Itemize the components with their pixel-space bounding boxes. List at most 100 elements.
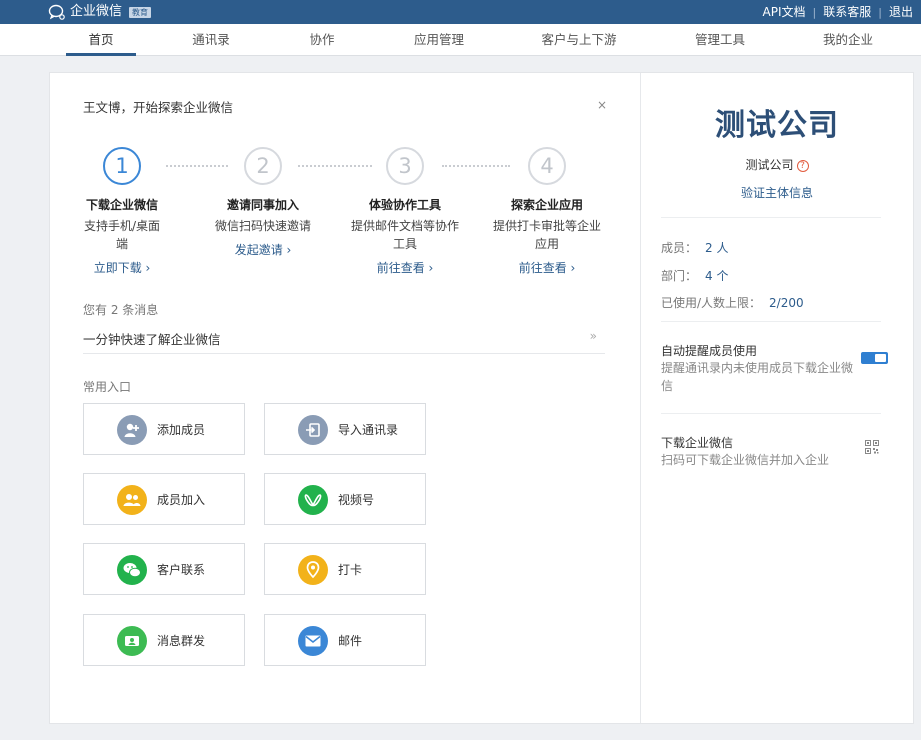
toggle-knob <box>875 354 886 362</box>
company-panel: 测试公司 测试公司? 验证主体信息 成员： 2 人 部门： 4 个 已使用/人数上限… <box>640 73 914 723</box>
step-2-desc-line: 微信扫码快速邀请 <box>214 219 311 233</box>
members-join-icon <box>117 485 147 515</box>
entry-label: 邮件 <box>338 634 363 648</box>
add-member-button[interactable]: 添加成员 <box>83 403 245 455</box>
active-tab-indicator <box>66 53 136 56</box>
import-contacts-icon <box>298 415 328 445</box>
stat-label: 部门： <box>661 269 698 283</box>
main-nav: 首页 通讯录 协作 应用管理 客户与上下游 管理工具 我的企业 <box>0 24 921 56</box>
download-now-link[interactable]: 立即下载 › <box>57 259 187 276</box>
step-3-title: 体验协作工具 <box>368 198 441 212</box>
members-join-button[interactable]: 成员加入 <box>83 473 245 525</box>
separator: | <box>812 5 817 19</box>
double-chevron-right-icon: » <box>589 329 597 343</box>
check-in-button[interactable]: 打卡 <box>264 543 426 595</box>
auto-remind-title: 自动提醒成员使用 <box>661 344 758 358</box>
divider <box>661 321 881 322</box>
wecom-logo-icon <box>48 4 65 20</box>
mail-button[interactable]: 邮件 <box>264 614 426 666</box>
auto-remind-desc: 提醒通讯录内未使用成员下载企业微信 <box>661 361 854 393</box>
contact-support-link[interactable]: 联系客服 <box>823 0 871 24</box>
greeting: 王文博，开始探索企业微信 <box>83 100 234 115</box>
close-icon[interactable]: × <box>597 98 607 112</box>
entry-label: 导入通讯录 <box>338 423 399 437</box>
view-enterprise-apps-link[interactable]: 前往查看 › <box>482 259 612 276</box>
broadcast-icon <box>117 626 147 656</box>
stat-label: 已使用/人数上限： <box>661 296 762 310</box>
top-bar: 企业微信 教育 API文档 | 联系客服 | 退出 <box>0 0 921 24</box>
step-4-title: 探索企业应用 <box>510 198 583 212</box>
channels-icon <box>298 485 328 515</box>
view-collab-tools-link[interactable]: 前往查看 › <box>340 259 470 276</box>
step-3-desc-line: 工具 <box>392 237 417 251</box>
entry-label: 消息群发 <box>157 634 206 648</box>
download-app-desc: 扫码可下载企业微信并加入企业 <box>661 453 830 467</box>
step-3-circle: 3 <box>386 147 424 185</box>
step-connector <box>442 165 510 167</box>
add-member-icon <box>117 415 147 445</box>
tab-customers[interactable]: 客户与上下游 <box>535 24 623 56</box>
message-count: 您有 2 条消息 <box>83 303 159 317</box>
step-connector <box>298 165 372 167</box>
divider <box>661 413 881 414</box>
entry-label: 添加成员 <box>157 423 206 437</box>
divider <box>661 217 881 218</box>
step-1-desc: 支持手机/桌面 端 <box>77 217 167 253</box>
channels-button[interactable]: 视频号 <box>264 473 426 525</box>
top-links: API文档 | 联系客服 | 退出 <box>763 0 913 24</box>
logout-link[interactable]: 退出 <box>889 0 913 24</box>
step-3-desc-line: 提供邮件文档等协作 <box>350 219 459 233</box>
tab-app-management[interactable]: 应用管理 <box>404 24 474 56</box>
tab-home[interactable]: 首页 <box>66 24 136 56</box>
entry-label: 客户联系 <box>157 563 206 577</box>
entry-label: 视频号 <box>338 493 375 507</box>
location-icon <box>298 555 328 585</box>
message-text: 一分钟快速了解企业微信 <box>83 332 221 347</box>
help-icon[interactable]: ? <box>796 160 809 172</box>
step-3-desc: 提供邮件文档等协作 工具 <box>345 217 465 253</box>
step-1-desc-line: 支持手机/桌面 <box>83 219 161 233</box>
wechat-icon <box>117 555 147 585</box>
broadcast-message-button[interactable]: 消息群发 <box>83 614 245 666</box>
step-4-desc: 提供打卡审批等企业 应用 <box>487 217 607 253</box>
step-2-desc: 微信扫码快速邀请 <box>208 217 318 235</box>
stat-label: 成员： <box>661 241 698 255</box>
step-2-circle: 2 <box>244 147 282 185</box>
company-name: 测试公司? <box>641 156 913 173</box>
stat-value: 4 个 <box>705 269 729 283</box>
main-card: 王文博，开始探索企业微信 × 1 2 3 4 下载企业微信 支持手机/桌面 端 … <box>49 72 914 724</box>
brand[interactable]: 企业微信 教育 <box>48 2 152 22</box>
entry-label: 打卡 <box>338 563 363 577</box>
department-count: 部门： 4 个 <box>661 267 728 284</box>
step-4-desc-line: 提供打卡审批等企业 <box>492 219 601 233</box>
tab-collaboration[interactable]: 协作 <box>298 24 346 56</box>
brand-name: 企业微信 <box>70 4 123 19</box>
step-1-circle: 1 <box>103 147 141 185</box>
mail-icon <box>298 626 328 656</box>
tab-management-tools[interactable]: 管理工具 <box>686 24 754 56</box>
step-2-title: 邀请同事加入 <box>226 198 299 212</box>
verify-entity-link[interactable]: 验证主体信息 <box>641 184 913 201</box>
send-invite-link[interactable]: 发起邀请 › <box>198 241 328 258</box>
step-connector <box>166 165 228 167</box>
stat-value: 2 人 <box>705 241 729 255</box>
member-count: 成员： 2 人 <box>661 239 728 256</box>
import-contacts-button[interactable]: 导入通讯录 <box>264 403 426 455</box>
tab-my-company[interactable]: 我的企业 <box>812 24 884 56</box>
auto-remind-toggle[interactable] <box>861 352 888 364</box>
download-app-title: 下载企业微信 <box>661 436 734 450</box>
separator: | <box>878 5 882 19</box>
customer-contact-button[interactable]: 客户联系 <box>83 543 245 595</box>
step-1-title: 下载企业微信 <box>85 198 158 212</box>
message-item[interactable]: 一分钟快速了解企业微信 » <box>83 323 605 354</box>
seat-usage: 已使用/人数上限： 2/200 <box>661 294 804 311</box>
edition-badge: 教育 <box>129 6 152 18</box>
entry-label: 成员加入 <box>157 493 206 507</box>
step-4-desc-line: 应用 <box>534 237 559 251</box>
step-1-desc-line: 端 <box>115 237 128 251</box>
api-docs-link[interactable]: API文档 <box>763 0 806 24</box>
qr-code-icon[interactable] <box>865 440 879 454</box>
company-display-name: 测试公司 <box>715 108 839 143</box>
tab-contacts[interactable]: 通讯录 <box>181 24 241 56</box>
stat-value: 2/200 <box>769 296 804 310</box>
